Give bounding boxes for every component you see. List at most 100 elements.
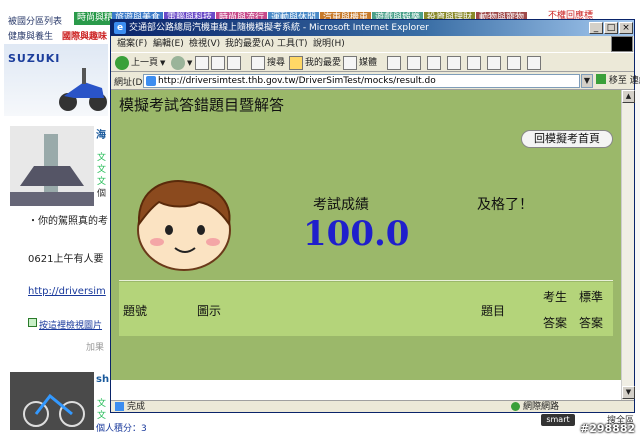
bg-top-link[interactable]: 國際與趣味	[62, 29, 107, 42]
article-thumbnail[interactable]	[10, 126, 94, 206]
search-button[interactable]: 搜尋	[251, 55, 285, 71]
menu-favorites[interactable]: 我的最愛(A)	[225, 36, 274, 52]
answers-table-header: 題號 圖示 題目 考生 答案 標準 答案	[119, 282, 613, 336]
research-button[interactable]	[487, 55, 501, 71]
image-icon	[28, 318, 37, 327]
bicycle-photo-icon	[10, 372, 94, 430]
forward-button[interactable]: ▼	[171, 55, 192, 71]
research-icon	[487, 56, 501, 70]
back-to-home-button[interactable]: 回模擬考首頁	[521, 130, 613, 148]
title-bar[interactable]: e 交通部公路總局汽機車線上隨機模擬考系統 - Microsoft Intern…	[111, 20, 634, 36]
discuss-button[interactable]	[467, 55, 481, 71]
minimize-button[interactable]: _	[589, 22, 603, 34]
links-label[interactable]: 連結	[630, 76, 640, 86]
internet-zone-icon	[511, 402, 520, 411]
menu-view[interactable]: 檢視(V)	[189, 36, 220, 52]
go-label: 移至	[608, 76, 627, 86]
vertical-scrollbar[interactable]: ▲ ▼	[621, 90, 635, 400]
zone-text: 網際網路	[523, 402, 560, 412]
content-area: 模擬考試答錯題目暨解答 回模擬考首頁 考試成績 及格了！ 100.0 題號 圖示…	[111, 90, 621, 400]
refresh-icon	[211, 56, 225, 70]
scroll-down-icon[interactable]: ▼	[622, 386, 635, 399]
page-title: 模擬考試答錯題目暨解答	[119, 96, 285, 114]
print-button[interactable]	[427, 55, 441, 71]
cartoon-face-icon	[137, 180, 231, 271]
search-icon	[251, 56, 265, 70]
search-label: 搜尋	[267, 58, 286, 68]
mail-button[interactable]	[407, 55, 421, 71]
messenger-icon	[507, 56, 521, 70]
menu-help[interactable]: 說明(H)	[313, 36, 345, 52]
bg-top-link[interactable]: 健康與養生	[8, 29, 53, 42]
messenger-button[interactable]	[507, 55, 521, 71]
second-article-title[interactable]: sh	[96, 374, 109, 385]
window-title: 交通部公路總局汽機車線上隨機模擬考系統 - Microsoft Internet…	[129, 23, 429, 33]
address-value: http://driversimtest.thb.gov.tw/DriverSi…	[158, 76, 436, 86]
menu-file[interactable]: 檔案(F)	[117, 36, 147, 52]
edit-icon	[447, 56, 461, 70]
bike-thumbnail[interactable]	[10, 372, 94, 430]
article-bullet: ・你的駕照真的考	[28, 216, 108, 227]
chevron-down-icon: ▼	[160, 59, 166, 67]
go-arrow-icon	[596, 74, 606, 84]
col-standard-answer: 答案	[579, 316, 604, 330]
menu-edit[interactable]: 編輯(E)	[153, 36, 184, 52]
address-input[interactable]: http://driversimtest.thb.gov.tw/DriverSi…	[143, 74, 580, 88]
stop-button[interactable]	[195, 55, 209, 71]
address-dropdown[interactable]: ▼	[581, 74, 593, 88]
back-label: 上一頁	[131, 58, 159, 68]
media-label: 媒體	[359, 58, 378, 68]
go-button[interactable]: 移至 連結	[596, 74, 640, 88]
suzuki-banner[interactable]: SUZUKI	[4, 44, 108, 116]
col-question: 題目	[481, 304, 506, 318]
bg-grey-text: 加果	[86, 343, 105, 353]
media-icon	[343, 56, 357, 70]
ie-logo-icon: e	[114, 22, 126, 34]
history-icon	[387, 56, 401, 70]
menu-bar: 檔案(F) 編輯(E) 檢視(V) 我的最愛(A) 工具(T) 說明(H)	[111, 36, 634, 52]
menu-tools[interactable]: 工具(T)	[277, 36, 308, 52]
home-icon	[227, 56, 241, 70]
score-value: 100.0	[303, 214, 410, 254]
bluetooth-icon	[527, 56, 541, 70]
toolbar: 上一頁 ▼ ▼ 搜尋 我的最愛 媒體	[111, 52, 634, 72]
home-button[interactable]	[227, 55, 241, 71]
page-icon	[146, 76, 156, 86]
media-button[interactable]: 媒體	[343, 55, 377, 71]
scooter-icon	[59, 68, 107, 111]
bg-top-link[interactable]: 被國分區列表	[8, 14, 62, 27]
address-label: 網址(D)	[114, 78, 146, 88]
article-line: 0621上午有人要	[28, 254, 104, 265]
scroll-up-icon[interactable]: ▲	[622, 90, 635, 103]
article-link[interactable]: http://driversim	[28, 286, 106, 297]
col-examinee-answer: 考生	[543, 290, 568, 304]
ie-window: e 交通部公路總局汽機車線上隨機模擬考系統 - Microsoft Intern…	[110, 19, 640, 413]
divider	[119, 280, 613, 281]
result-page: 模擬考試答錯題目暨解答 回模擬考首頁 考試成績 及格了！ 100.0 題號 圖示…	[111, 90, 621, 380]
article-title[interactable]: 海	[96, 126, 106, 141]
status-bar: 完成 網際網路	[111, 400, 634, 413]
favorites-label: 我的最愛	[305, 58, 342, 68]
history-button[interactable]	[387, 55, 401, 71]
discuss-icon	[467, 56, 481, 70]
col-examinee-answer: 答案	[543, 316, 568, 330]
airplane-photo-icon	[10, 126, 94, 206]
edit-button[interactable]	[447, 55, 461, 71]
refresh-button[interactable]	[211, 55, 225, 71]
close-button[interactable]: ×	[619, 22, 633, 34]
back-button[interactable]: 上一頁 ▼	[115, 55, 165, 71]
bluetooth-button[interactable]	[527, 55, 541, 71]
favorites-button[interactable]: 我的最愛	[289, 55, 341, 71]
article-meta: 文	[97, 411, 107, 421]
suzuki-logo: SUZUKI	[8, 52, 61, 65]
maximize-button[interactable]: □	[604, 22, 618, 34]
view-image-link[interactable]: 按這裡檢視圖片	[39, 318, 102, 331]
forward-arrow-icon	[171, 56, 185, 70]
smart-badge: smart	[541, 414, 575, 426]
windows-logo-icon	[611, 36, 633, 52]
print-icon	[427, 56, 441, 70]
col-image: 圖示	[197, 304, 222, 318]
col-standard-answer: 標準	[579, 290, 604, 304]
pass-label: 及格了！	[477, 197, 533, 213]
watermark: #298882	[580, 422, 636, 435]
